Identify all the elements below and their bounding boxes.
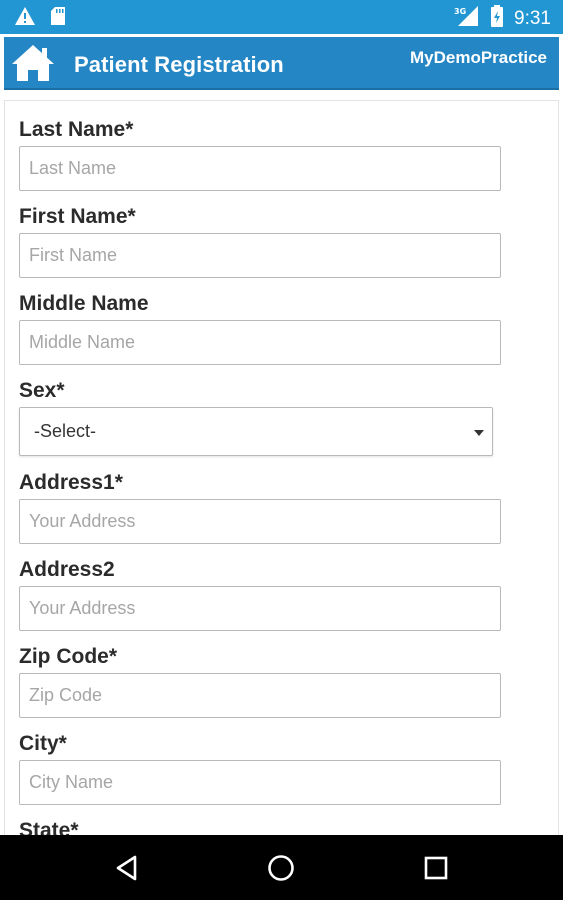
first-name-input[interactable] (19, 233, 501, 278)
page-title: Patient Registration (74, 52, 284, 77)
address1-field: Address1* (19, 469, 501, 544)
sex-field: Sex* -Select- (19, 377, 501, 456)
zip-code-input[interactable] (19, 673, 501, 718)
registration-form: Last Name* First Name* Middle Name Sex* … (4, 100, 559, 835)
back-icon[interactable] (113, 853, 143, 883)
system-nav-bar (0, 835, 563, 900)
address2-label: Address2 (19, 558, 115, 581)
city-label: City* (19, 732, 67, 755)
state-label: State* (19, 819, 79, 835)
sex-select-value: -Select- (34, 421, 97, 441)
practice-name: MyDemoPractice (409, 48, 547, 67)
address1-input[interactable] (19, 499, 501, 544)
recents-icon[interactable] (421, 853, 451, 883)
middle-name-field: Middle Name (19, 290, 501, 365)
address2-input[interactable] (19, 586, 501, 631)
status-bar: 3G 9:31 (0, 0, 563, 34)
first-name-label: First Name* (19, 205, 136, 228)
signal-3g-icon: 3G (454, 5, 480, 32)
city-input[interactable] (19, 760, 501, 805)
sex-label: Sex* (19, 379, 65, 402)
warning-icon (14, 6, 36, 31)
app-header: Patient Registration MyDemoPractice (4, 37, 559, 90)
svg-text:3G: 3G (454, 7, 466, 16)
address2-field: Address2 (19, 556, 501, 631)
middle-name-label: Middle Name (19, 292, 149, 315)
first-name-field: First Name* (19, 203, 501, 278)
chevron-down-icon (474, 430, 484, 436)
zip-code-field: Zip Code* (19, 643, 501, 718)
last-name-label: Last Name* (19, 118, 134, 141)
last-name-field: Last Name* (19, 116, 501, 191)
address1-label: Address1* (19, 471, 123, 494)
status-time: 9:31 (514, 7, 551, 29)
state-field: State* (19, 817, 501, 835)
sd-card-icon (50, 6, 66, 31)
middle-name-input[interactable] (19, 320, 501, 365)
last-name-input[interactable] (19, 146, 501, 191)
city-field: City* (19, 730, 501, 805)
battery-icon (490, 5, 504, 32)
home-icon[interactable] (10, 43, 56, 83)
home-circle-icon[interactable] (266, 853, 296, 883)
zip-code-label: Zip Code* (19, 645, 117, 668)
sex-select[interactable]: -Select- (19, 407, 493, 456)
